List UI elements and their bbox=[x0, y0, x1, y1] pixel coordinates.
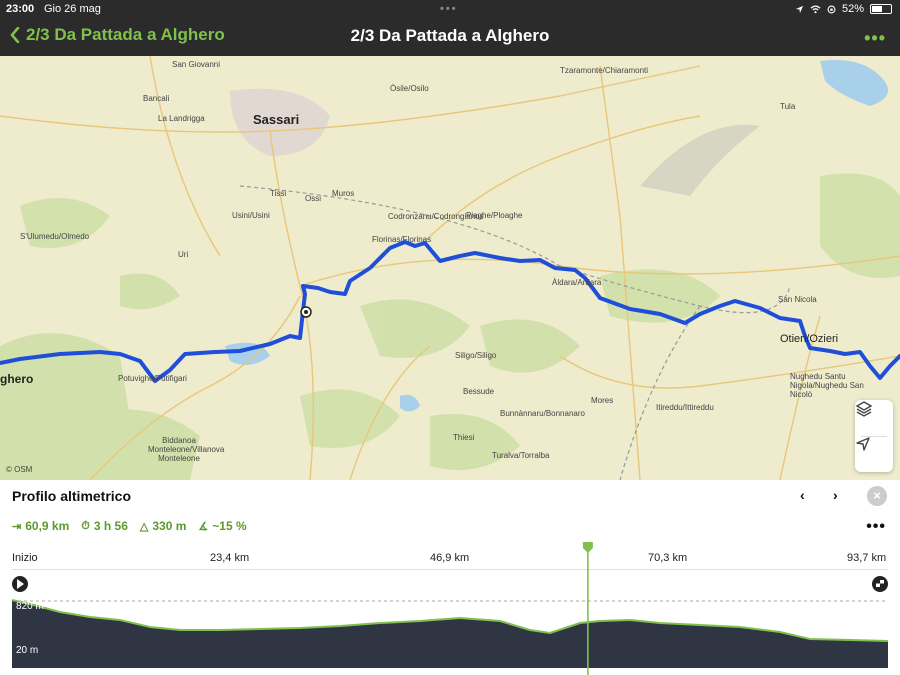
layers-icon bbox=[855, 401, 873, 417]
elevation-min-label: 20 m bbox=[16, 645, 39, 656]
multitask-handle[interactable]: ••• bbox=[440, 3, 458, 15]
map-label: San Nicola bbox=[778, 295, 817, 304]
map-label: San Giovanni bbox=[172, 60, 221, 69]
back-button-label: 2/3 Da Pattada a Alghero bbox=[26, 25, 225, 44]
more-options-button[interactable]: ••• bbox=[864, 28, 886, 49]
map-view[interactable]: San Giovanni Bancali La Landrigga Sassar… bbox=[0, 56, 900, 480]
map-label: Siligo/Siligo bbox=[455, 351, 497, 360]
location-arrow-icon bbox=[795, 5, 804, 13]
finish-flag-icon bbox=[872, 576, 888, 592]
status-time: 23:00 bbox=[6, 3, 35, 15]
chevron-left-icon bbox=[10, 27, 20, 43]
map-label: Tzaramonte/Chiaramonti bbox=[560, 66, 649, 75]
elevation-max-label: 820 m bbox=[16, 601, 44, 612]
map-label: Biddanoa Monteleone/Villanova Monteleone bbox=[148, 436, 225, 463]
orientation-lock-icon bbox=[827, 5, 836, 13]
map-label: Nughedu Santu Nigola/Nughedu San Nicolò bbox=[790, 372, 864, 399]
battery-icon bbox=[870, 4, 892, 14]
map-label: Àldara/Ardara bbox=[552, 278, 602, 287]
map-label: Itireddu/Ittireddu bbox=[656, 403, 714, 412]
map-label: Òsile/Osilo bbox=[390, 84, 429, 93]
map-label: Potuvighe/Putifigari bbox=[118, 374, 187, 383]
map-label: Bancali bbox=[143, 94, 170, 103]
map-label: Uri bbox=[178, 250, 189, 259]
map-label: La Landrigga bbox=[158, 114, 205, 123]
map-label: Turalva/Torralba bbox=[492, 451, 550, 460]
map-controls bbox=[855, 400, 893, 472]
map-label: Otieri/Ozieri bbox=[780, 333, 839, 345]
map-label: Sassari bbox=[253, 112, 300, 127]
elevation-chart[interactable] bbox=[0, 480, 900, 675]
map-label: S'Ulumedu/Olmedo bbox=[20, 232, 90, 241]
map-label: Ossi bbox=[305, 194, 321, 203]
status-date: Gio 26 mag bbox=[44, 3, 101, 15]
back-button[interactable]: 2/3 Da Pattada a Alghero bbox=[10, 25, 225, 45]
map-label: Florinas/Florinas bbox=[372, 235, 432, 244]
map-label: Tissi bbox=[270, 189, 287, 198]
map-label: Bunnànnaru/Bonnanaro bbox=[500, 409, 585, 418]
status-bar: 23:00 Gio 26 mag ••• 52% bbox=[0, 3, 900, 17]
map-canvas bbox=[0, 56, 900, 480]
app-screen: 23:00 Gio 26 mag ••• 52% 2/3 Da Pattada … bbox=[0, 0, 900, 675]
locate-me-button[interactable] bbox=[855, 436, 893, 472]
map-label: Tula bbox=[780, 102, 796, 111]
status-right: 52% bbox=[795, 3, 892, 15]
map-label: Thiesi bbox=[453, 433, 475, 442]
map-label: Muros bbox=[332, 189, 355, 198]
layers-button[interactable] bbox=[855, 400, 893, 436]
map-label: ghero bbox=[0, 372, 34, 386]
wifi-icon bbox=[810, 4, 821, 13]
navigation-arrow-icon bbox=[856, 437, 870, 451]
map-label: Mores bbox=[591, 396, 614, 405]
map-label: Bessude bbox=[463, 387, 495, 396]
map-label: Codronzanu/Codrongianos bbox=[388, 212, 484, 221]
top-bar: 23:00 Gio 26 mag ••• 52% 2/3 Da Pattada … bbox=[0, 0, 900, 56]
map-attribution[interactable]: © OSM bbox=[6, 465, 32, 474]
map-label: Usini/Usini bbox=[232, 211, 270, 220]
battery-percent: 52% bbox=[841, 3, 864, 15]
elevation-profile-panel: Profilo altimetrico ‹ › × ⇥ 60,9 km ⏱ 3 h … bbox=[0, 480, 900, 675]
map-label: Piaghe/Ploaghe bbox=[466, 211, 523, 220]
start-flag-icon bbox=[12, 576, 28, 592]
